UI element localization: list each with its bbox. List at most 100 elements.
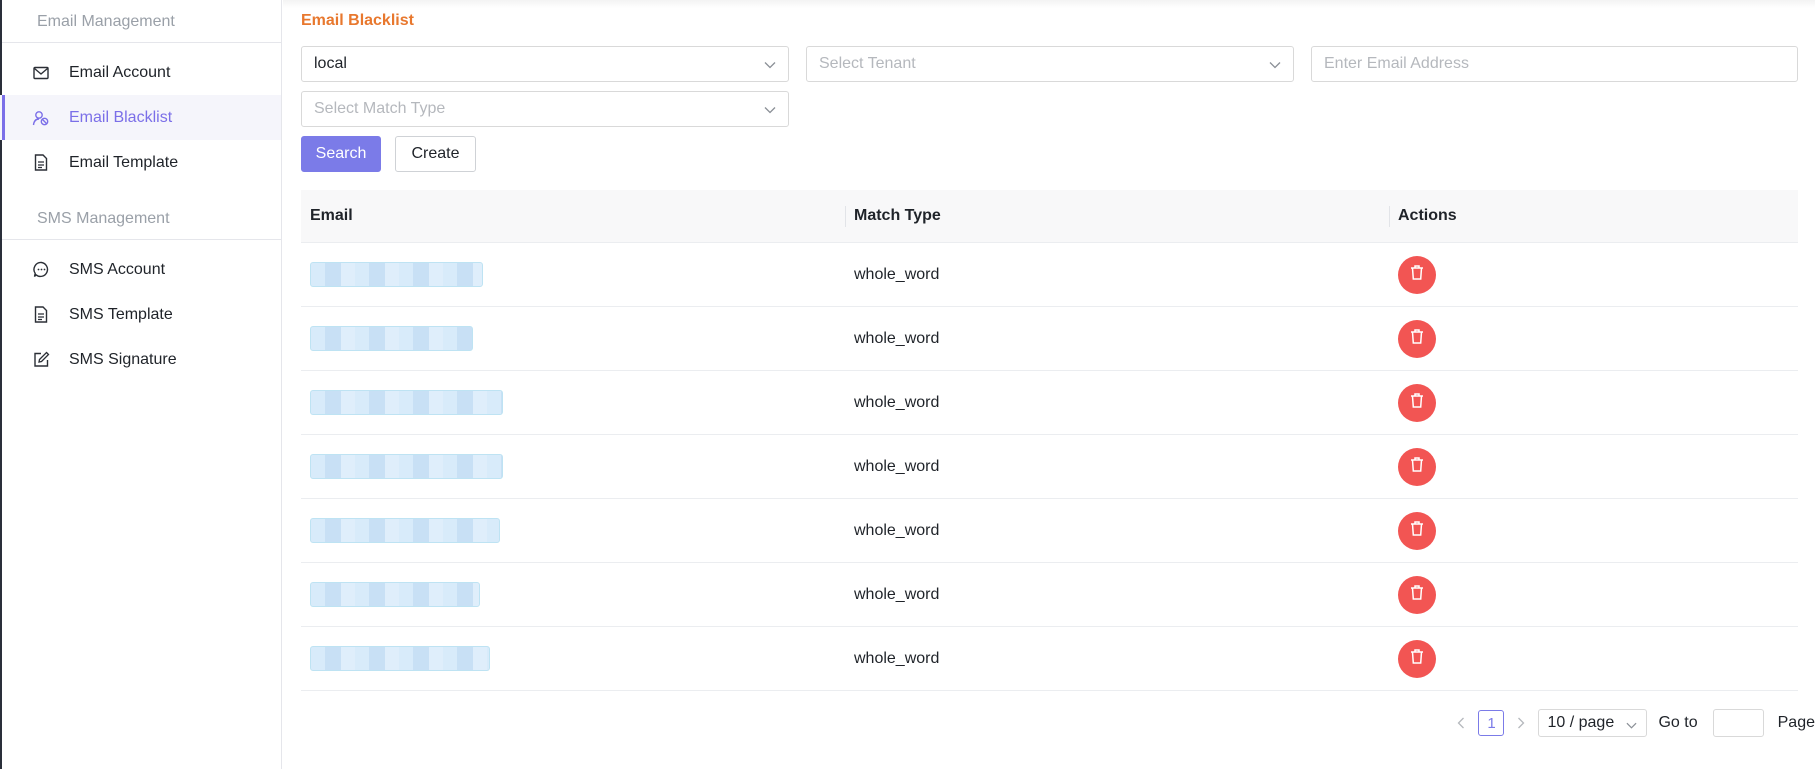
match-type-select-placeholder: Select Match Type [314,100,446,117]
delete-button[interactable] [1398,319,1436,358]
sidebar-item-label: Email Template [69,153,179,171]
email-cell [301,307,845,370]
tenant-select-placeholder: Select Tenant [819,55,916,72]
redacted-email [310,582,480,607]
match-type-cell: whole_word [854,649,940,667]
actions-cell [1389,243,1798,306]
redacted-email [310,390,503,415]
create-button[interactable]: Create [395,136,476,172]
trash-icon [1409,328,1425,350]
chevron-down-icon [764,58,776,76]
environment-select-value: local [314,55,347,72]
email-cell [301,243,845,306]
table-header: Email Match Type Actions [301,190,1798,243]
edit-icon [31,350,51,370]
table-row: whole_word [301,499,1798,563]
page-label: Page [1777,714,1815,731]
email-cell [301,371,845,434]
actions-cell [1389,499,1798,562]
trash-icon [1409,264,1425,286]
main-content: Email Blacklist local Select Tenant Sele… [283,0,1815,769]
actions-cell [1389,371,1798,434]
redacted-email [310,646,490,671]
trash-icon [1409,392,1425,414]
sidebar-item-label: SMS Signature [69,350,177,368]
sidebar-group-title-sms: SMS Management [0,192,281,240]
match-type-cell: whole_word [854,265,940,283]
delete-button[interactable] [1398,447,1436,486]
actions-cell [1389,563,1798,626]
redacted-email [310,518,500,543]
trash-icon [1409,584,1425,606]
sidebar-item-email-account[interactable]: Email Account [0,50,281,95]
column-header-match-type: Match Type [845,190,1389,242]
delete-button[interactable] [1398,639,1436,678]
table-row: whole_word [301,243,1798,307]
sidebar-item-email-template[interactable]: Email Template [0,140,281,185]
trash-icon [1409,648,1425,670]
redacted-email [310,454,503,479]
sidebar-item-label: Email Account [69,63,171,81]
sidebar-item-sms-account[interactable]: SMS Account [0,247,281,292]
chat-bubble-icon [31,260,51,280]
next-page-icon[interactable] [1512,717,1530,729]
email-cell [301,435,845,498]
blacklist-table: Email Match Type Actions whole_word whol… [301,190,1798,691]
sidebar-group-title-email: Email Management [0,0,281,43]
sidebar: Email Management Email Account Email Bla… [0,0,282,769]
chevron-down-icon [764,103,776,121]
email-address-input[interactable] [1324,55,1785,73]
email-cell [301,627,845,690]
email-address-field[interactable] [1311,46,1798,82]
chevron-down-icon [1626,718,1637,736]
delete-button[interactable] [1398,511,1436,550]
sidebar-item-sms-template[interactable]: SMS Template [0,292,281,337]
prev-page-icon[interactable] [1452,717,1470,729]
delete-button[interactable] [1398,383,1436,422]
table-row: whole_word [301,307,1798,371]
match-type-cell: whole_word [854,521,940,539]
sidebar-item-email-blacklist[interactable]: Email Blacklist [0,95,281,140]
tenant-select[interactable]: Select Tenant [806,46,1294,82]
pagination: 1 10 / page Go to Page [1452,709,1815,737]
email-cell [301,499,845,562]
page-size-select[interactable]: 10 / page [1538,709,1648,737]
redacted-email [310,262,483,287]
sidebar-item-label: SMS Account [69,260,166,278]
goto-page-input[interactable] [1712,709,1764,737]
table-row: whole_word [301,563,1798,627]
goto-label: Go to [1658,714,1698,731]
sidebar-item-label: Email Blacklist [69,108,173,126]
redacted-email [310,326,473,351]
actions-cell [1389,627,1798,690]
email-cell [301,563,845,626]
top-shadow [283,0,1815,8]
match-type-cell: whole_word [854,457,940,475]
mail-icon [31,63,51,83]
document-icon [31,153,51,173]
column-header-actions: Actions [1389,190,1798,242]
actions-cell [1389,435,1798,498]
environment-select[interactable]: local [301,46,789,82]
user-block-icon [31,108,51,128]
trash-icon [1409,520,1425,542]
table-row: whole_word [301,371,1798,435]
trash-icon [1409,456,1425,478]
sidebar-item-label: SMS Template [69,305,173,323]
document-icon [31,305,51,325]
search-button[interactable]: Search [301,136,381,172]
actions-cell [1389,307,1798,370]
match-type-cell: whole_word [854,585,940,603]
sidebar-item-sms-signature[interactable]: SMS Signature [0,337,281,382]
table-row: whole_word [301,627,1798,691]
table-row: whole_word [301,435,1798,499]
match-type-cell: whole_word [854,329,940,347]
match-type-select[interactable]: Select Match Type [301,91,789,127]
page-number-button[interactable]: 1 [1478,710,1505,736]
delete-button[interactable] [1398,255,1436,294]
delete-button[interactable] [1398,575,1436,614]
match-type-cell: whole_word [854,393,940,411]
chevron-down-icon [1269,58,1281,76]
page-title: Email Blacklist [301,12,414,29]
page-size-value: 10 / page [1547,714,1615,731]
